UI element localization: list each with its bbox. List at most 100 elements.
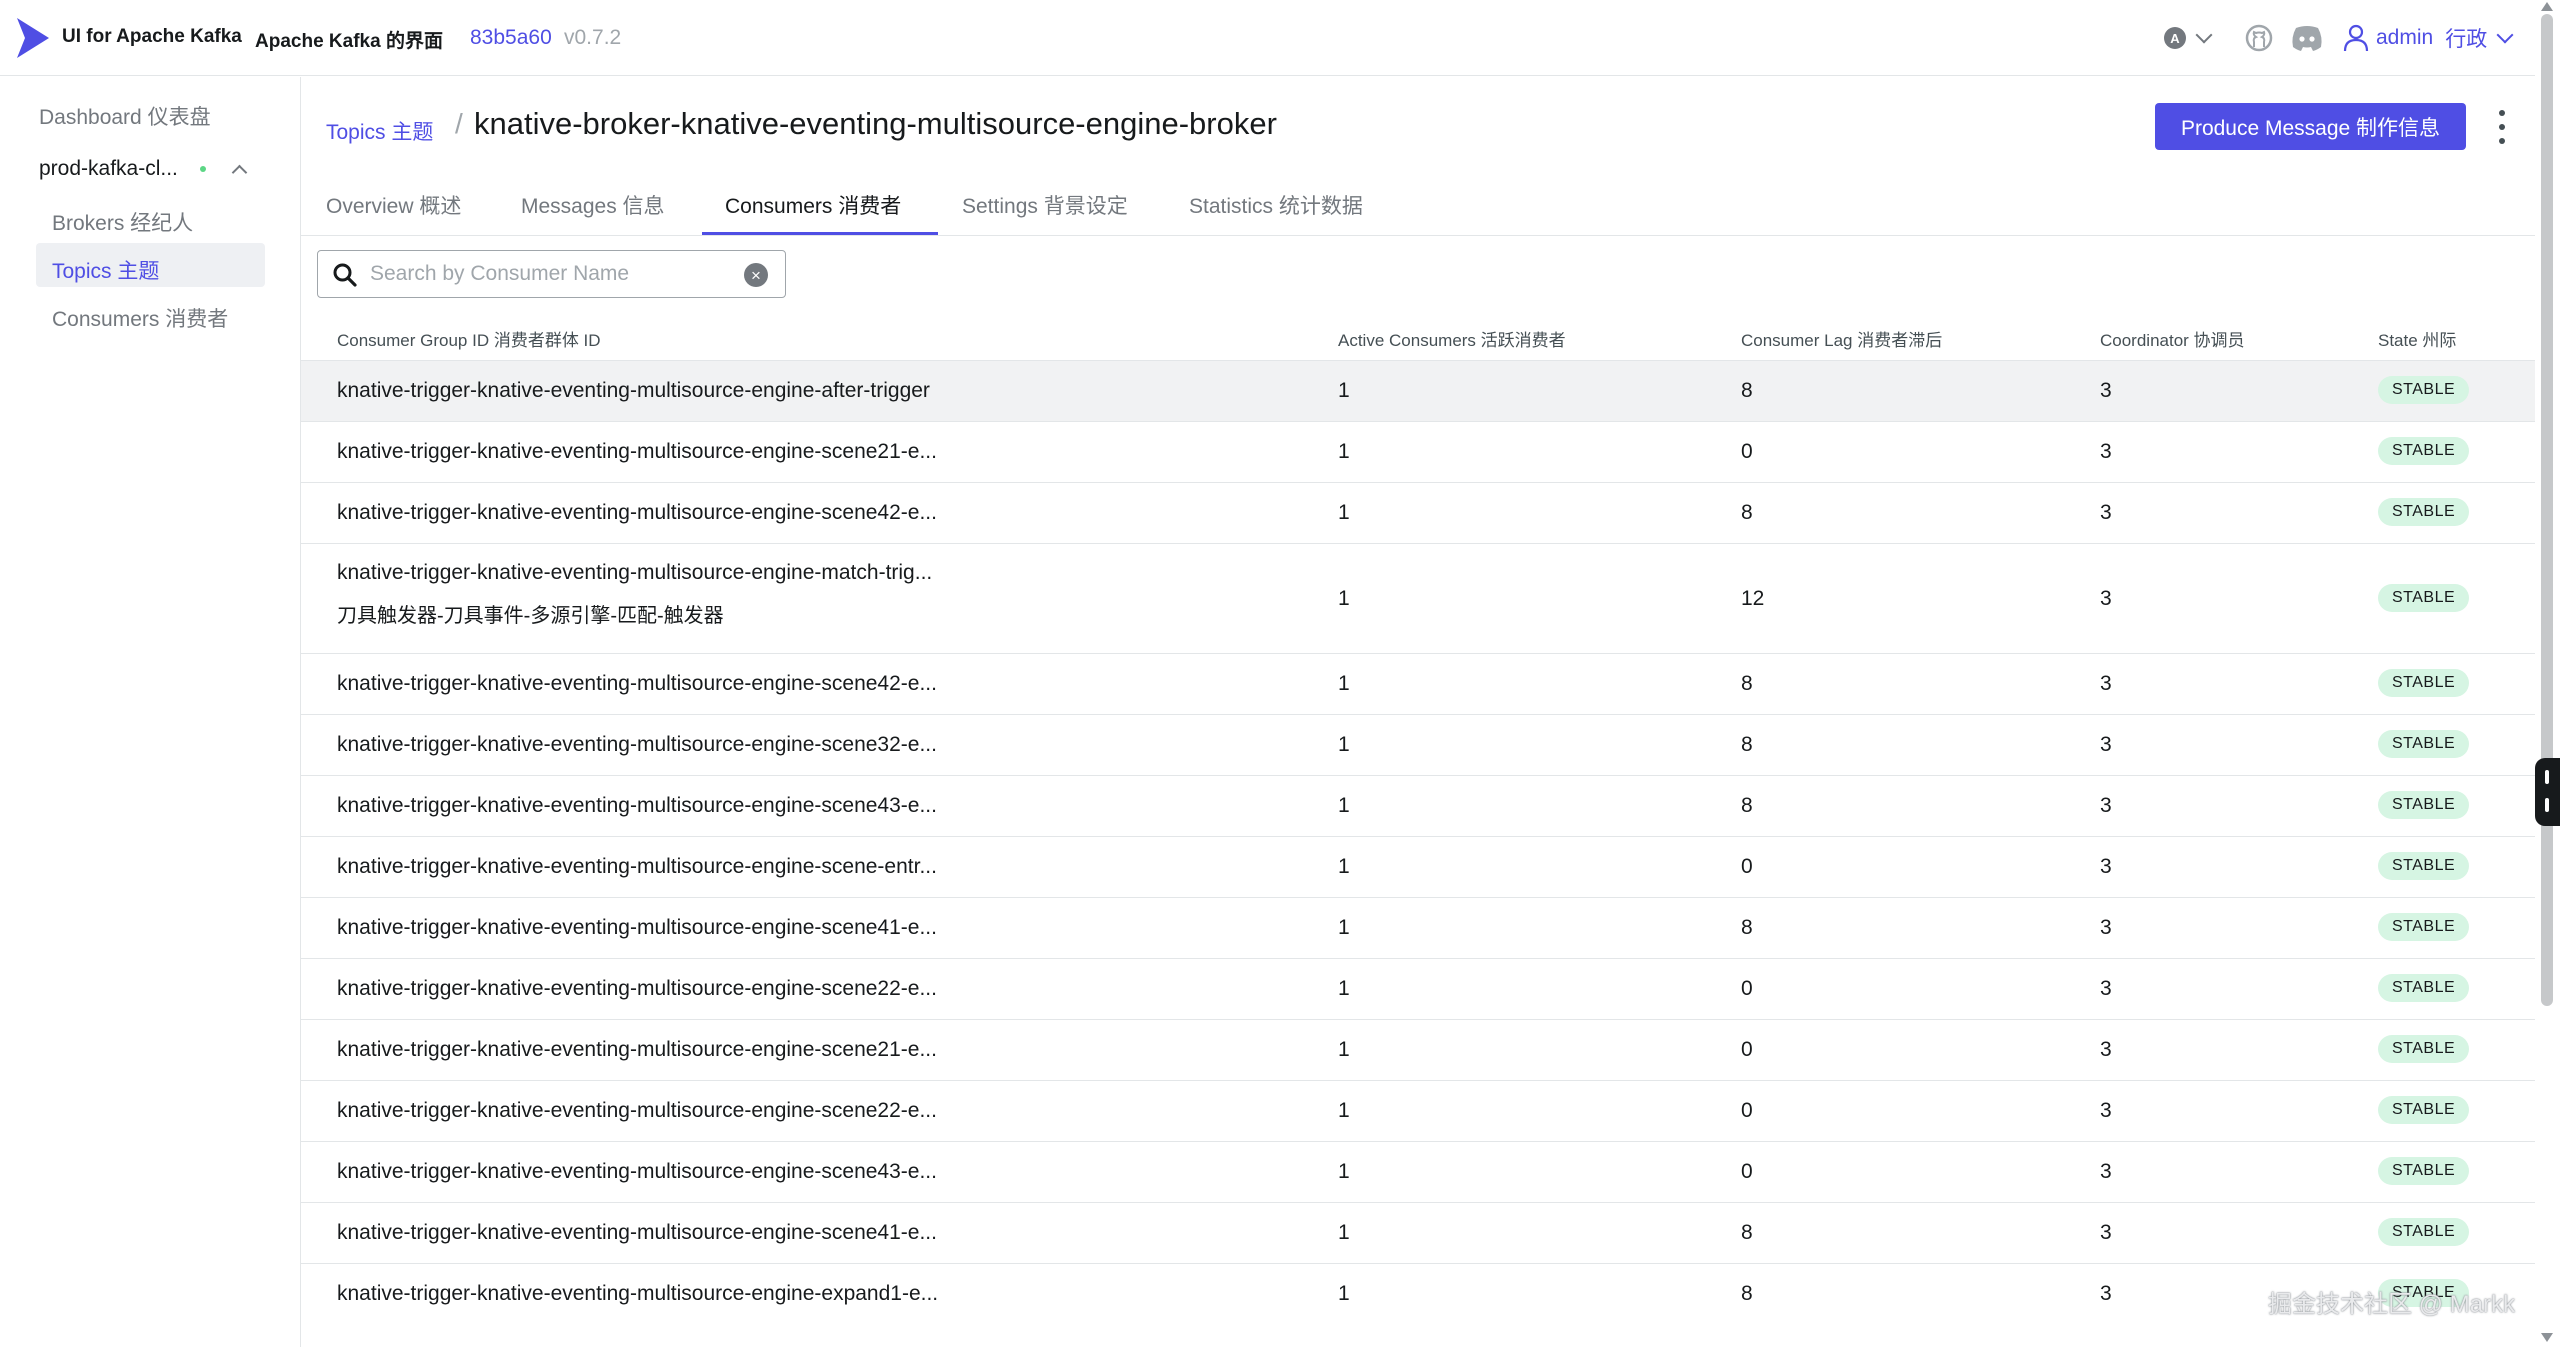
tab-statistics[interactable]: Statistics 统计数据: [1189, 190, 1363, 220]
table-row[interactable]: knative-trigger-knative-eventing-multiso…: [301, 775, 2535, 836]
kafka-logo-icon[interactable]: [15, 16, 51, 60]
consumer-group-id-link[interactable]: knative-trigger-knative-eventing-multiso…: [337, 1099, 937, 1123]
clear-search-icon[interactable]: ×: [744, 263, 768, 287]
coordinator-value: 3: [2100, 1221, 2112, 1244]
consumer-group-id-cell[interactable]: knative-trigger-knative-eventing-multiso…: [337, 561, 932, 628]
table-row[interactable]: knative-trigger-knative-eventing-multiso…: [301, 543, 2535, 653]
coordinator-value: 3: [2100, 794, 2112, 817]
table-row[interactable]: knative-trigger-knative-eventing-multiso…: [301, 897, 2535, 958]
consumer-group-id-link[interactable]: knative-trigger-knative-eventing-multiso…: [337, 1282, 938, 1306]
table-row[interactable]: knative-trigger-knative-eventing-multiso…: [301, 360, 2535, 421]
column-header-consumer-lag[interactable]: Consumer Lag 消费者滞后: [1741, 326, 1942, 351]
chevron-down-icon: [2496, 26, 2514, 44]
search-icon: [333, 263, 357, 287]
search-input[interactable]: [370, 259, 730, 289]
table-row[interactable]: knative-trigger-knative-eventing-multiso…: [301, 653, 2535, 714]
active-consumers-value: 1: [1338, 587, 1350, 610]
state-badge: STABLE: [2378, 376, 2470, 404]
column-header-state[interactable]: State 州际: [2378, 326, 2456, 351]
consumer-lag-value: 0: [1741, 1099, 1753, 1122]
github-link[interactable]: [2244, 18, 2274, 58]
table-row[interactable]: knative-trigger-knative-eventing-multiso…: [301, 482, 2535, 543]
scroll-down-arrow-icon[interactable]: [2541, 1333, 2553, 1342]
state-badge: STABLE: [2378, 1035, 2470, 1063]
breadcrumb-separator: /: [455, 108, 463, 139]
table-row[interactable]: knative-trigger-knative-eventing-multiso…: [301, 421, 2535, 482]
consumer-group-id-link[interactable]: knative-trigger-knative-eventing-multiso…: [337, 561, 932, 584]
consumer-group-id-link[interactable]: knative-trigger-knative-eventing-multiso…: [337, 379, 930, 403]
state-badge: STABLE: [2378, 1157, 2470, 1185]
coordinator-value: 3: [2100, 977, 2112, 1000]
active-consumers-value: 1: [1338, 916, 1350, 939]
state-badge: STABLE: [2378, 437, 2470, 465]
sidebar-item-cluster[interactable]: prod-kafka-cl...: [39, 157, 279, 181]
sidebar-item-brokers[interactable]: Brokers 经纪人: [52, 207, 193, 237]
active-consumers-value: 1: [1338, 1282, 1350, 1305]
chevron-up-icon[interactable]: [231, 164, 248, 180]
active-consumers-value: 1: [1338, 1038, 1350, 1061]
tab-consumers[interactable]: Consumers 消费者: [725, 190, 901, 220]
more-options-icon[interactable]: [2492, 110, 2512, 144]
brand-name[interactable]: UI for Apache Kafka: [62, 26, 242, 48]
active-consumers-value: 1: [1338, 794, 1350, 817]
active-consumers-value: 1: [1338, 501, 1350, 524]
produce-message-button[interactable]: Produce Message 制作信息: [2155, 103, 2466, 150]
table-row[interactable]: knative-trigger-knative-eventing-multiso…: [301, 714, 2535, 775]
consumer-group-id-link[interactable]: knative-trigger-knative-eventing-multiso…: [337, 440, 937, 464]
table-row[interactable]: knative-trigger-knative-eventing-multiso…: [301, 1080, 2535, 1141]
version-hash-link[interactable]: 83b5a60: [470, 26, 552, 50]
state-badge: STABLE: [2378, 730, 2470, 758]
consumer-group-id-link[interactable]: knative-trigger-knative-eventing-multiso…: [337, 977, 937, 1001]
tab-settings[interactable]: Settings 背景设定: [962, 190, 1128, 220]
table-row[interactable]: knative-trigger-knative-eventing-multiso…: [301, 1263, 2535, 1324]
state-badge: STABLE: [2378, 852, 2470, 880]
user-menu[interactable]: admin 行政: [2342, 18, 2514, 58]
consumer-group-id-link[interactable]: knative-trigger-knative-eventing-multiso…: [337, 1221, 937, 1245]
consumer-groups-table: Consumer Group ID 消费者群体 ID Active Consum…: [301, 316, 2535, 1324]
version-number: v0.7.2: [564, 26, 622, 49]
state-badge: STABLE: [2378, 913, 2470, 941]
table-row[interactable]: knative-trigger-knative-eventing-multiso…: [301, 836, 2535, 897]
consumer-group-id-link[interactable]: knative-trigger-knative-eventing-multiso…: [337, 855, 937, 879]
active-consumers-value: 1: [1338, 1221, 1350, 1244]
table-row[interactable]: knative-trigger-knative-eventing-multiso…: [301, 1141, 2535, 1202]
table-row[interactable]: knative-trigger-knative-eventing-multiso…: [301, 1019, 2535, 1080]
coordinator-value: 3: [2100, 916, 2112, 939]
theme-switcher[interactable]: A: [2164, 18, 2213, 58]
chevron-down-icon: [2195, 26, 2213, 44]
column-header-active-consumers[interactable]: Active Consumers 活跃消费者: [1338, 326, 1566, 351]
consumer-lag-value: 0: [1741, 855, 1753, 878]
consumer-group-id-link[interactable]: knative-trigger-knative-eventing-multiso…: [337, 1160, 937, 1184]
sidebar-item-topics[interactable]: Topics 主题: [52, 255, 159, 285]
breadcrumb-topics-link[interactable]: Topics 主题: [326, 116, 433, 146]
consumer-group-id-link[interactable]: knative-trigger-knative-eventing-multiso…: [337, 916, 937, 940]
cluster-name: prod-kafka-cl...: [39, 157, 178, 180]
scrollbar-thumb[interactable]: [2541, 14, 2553, 1006]
consumer-lag-value: 8: [1741, 916, 1753, 939]
sidebar-item-consumers[interactable]: Consumers 消费者: [52, 303, 228, 333]
state-badge: STABLE: [2378, 498, 2470, 526]
consumer-group-id-link[interactable]: knative-trigger-knative-eventing-multiso…: [337, 733, 937, 757]
coordinator-value: 3: [2100, 1282, 2112, 1305]
tab-messages[interactable]: Messages 信息: [521, 190, 665, 220]
sidebar-item-dashboard[interactable]: Dashboard 仪表盘: [39, 101, 211, 131]
column-header-group-id[interactable]: Consumer Group ID 消费者群体 ID: [337, 326, 601, 351]
theme-auto-icon: A: [2164, 27, 2186, 49]
column-header-coordinator[interactable]: Coordinator 协调员: [2100, 326, 2245, 351]
consumer-lag-value: 12: [1741, 587, 1765, 610]
consumer-group-id-link[interactable]: knative-trigger-knative-eventing-multiso…: [337, 501, 937, 525]
side-panel-handle[interactable]: [2535, 758, 2560, 826]
discord-link[interactable]: [2290, 18, 2324, 58]
github-icon: [2245, 24, 2273, 52]
active-consumers-value: 1: [1338, 1099, 1350, 1122]
consumer-group-id-link[interactable]: knative-trigger-knative-eventing-multiso…: [337, 794, 937, 818]
tab-overview[interactable]: Overview 概述: [326, 190, 461, 220]
table-row[interactable]: knative-trigger-knative-eventing-multiso…: [301, 958, 2535, 1019]
sidebar: Dashboard 仪表盘 prod-kafka-cl... Brokers 经…: [0, 77, 301, 1347]
consumer-group-id-link[interactable]: knative-trigger-knative-eventing-multiso…: [337, 672, 937, 696]
page-scrollbar[interactable]: [2535, 0, 2560, 1347]
consumer-lag-value: 8: [1741, 672, 1753, 695]
consumer-group-id-link[interactable]: knative-trigger-knative-eventing-multiso…: [337, 1038, 937, 1062]
scroll-up-arrow-icon[interactable]: [2541, 2, 2553, 11]
table-row[interactable]: knative-trigger-knative-eventing-multiso…: [301, 1202, 2535, 1263]
